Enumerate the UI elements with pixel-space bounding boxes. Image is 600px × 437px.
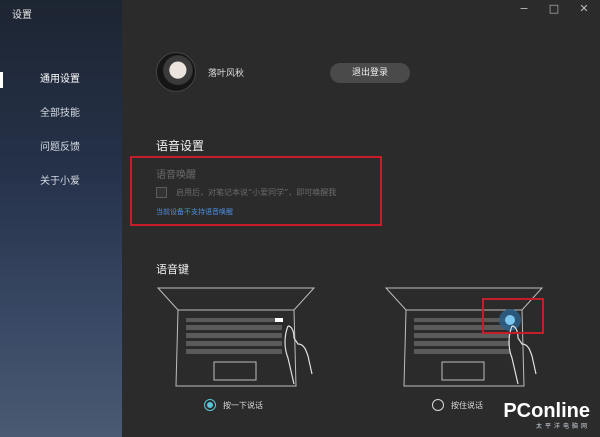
radio-tap-label: 按一下说话 bbox=[223, 400, 263, 410]
sidebar-item-feedback[interactable]: 问题反馈 bbox=[0, 138, 122, 172]
radio-hold-label: 按住说话 bbox=[451, 400, 483, 410]
radio-hold-to-talk[interactable]: 按住说话 bbox=[432, 399, 483, 411]
voice-wake-unsupported-note: 当前设备不支持语音唤醒 bbox=[156, 208, 233, 216]
voice-key-heading: 语音键 bbox=[156, 263, 189, 276]
user-profile: 落叶风秋 bbox=[156, 52, 244, 92]
watermark-brand: PConline bbox=[503, 400, 590, 422]
radio-tap-to-talk[interactable]: 按一下说话 bbox=[204, 399, 263, 411]
radio-checked-icon[interactable] bbox=[204, 399, 216, 411]
sidebar-item-general[interactable]: 通用设置 bbox=[0, 70, 122, 104]
voice-wake-checkbox[interactable] bbox=[156, 187, 167, 198]
avatar bbox=[156, 52, 196, 92]
laptop-tap-illustration bbox=[156, 286, 316, 390]
sidebar-item-skills[interactable]: 全部技能 bbox=[0, 104, 122, 138]
radio-unchecked-icon[interactable] bbox=[432, 399, 444, 411]
minimize-icon[interactable]: − bbox=[516, 2, 532, 15]
voice-wake-description: 启用后，对笔记本说“小爱同学”，即可唤醒我 bbox=[176, 188, 337, 197]
app-title: 设置 bbox=[12, 10, 32, 21]
logout-button[interactable]: 退出登录 bbox=[330, 63, 410, 83]
sidebar-nav: 通用设置 全部技能 问题反馈 关于小爱 bbox=[0, 70, 122, 206]
highlight-box-hold bbox=[482, 298, 544, 334]
window-controls: − □ ✕ bbox=[516, 2, 592, 15]
main-panel: − □ ✕ 落叶风秋 退出登录 语音设置 语音唤醒 启用后，对笔记本说“小爱同学… bbox=[122, 0, 600, 437]
close-icon[interactable]: ✕ bbox=[576, 2, 592, 15]
username: 落叶风秋 bbox=[208, 68, 245, 79]
maximize-icon[interactable]: □ bbox=[546, 2, 562, 15]
sidebar: 设置 通用设置 全部技能 问题反馈 关于小爱 bbox=[0, 0, 122, 437]
sidebar-item-about[interactable]: 关于小爱 bbox=[0, 172, 122, 206]
voice-settings-heading: 语音设置 bbox=[156, 139, 205, 153]
voice-wake-title: 语音唤醒 bbox=[156, 170, 196, 181]
watermark: PConline 太平洋电脑网 bbox=[503, 400, 590, 430]
